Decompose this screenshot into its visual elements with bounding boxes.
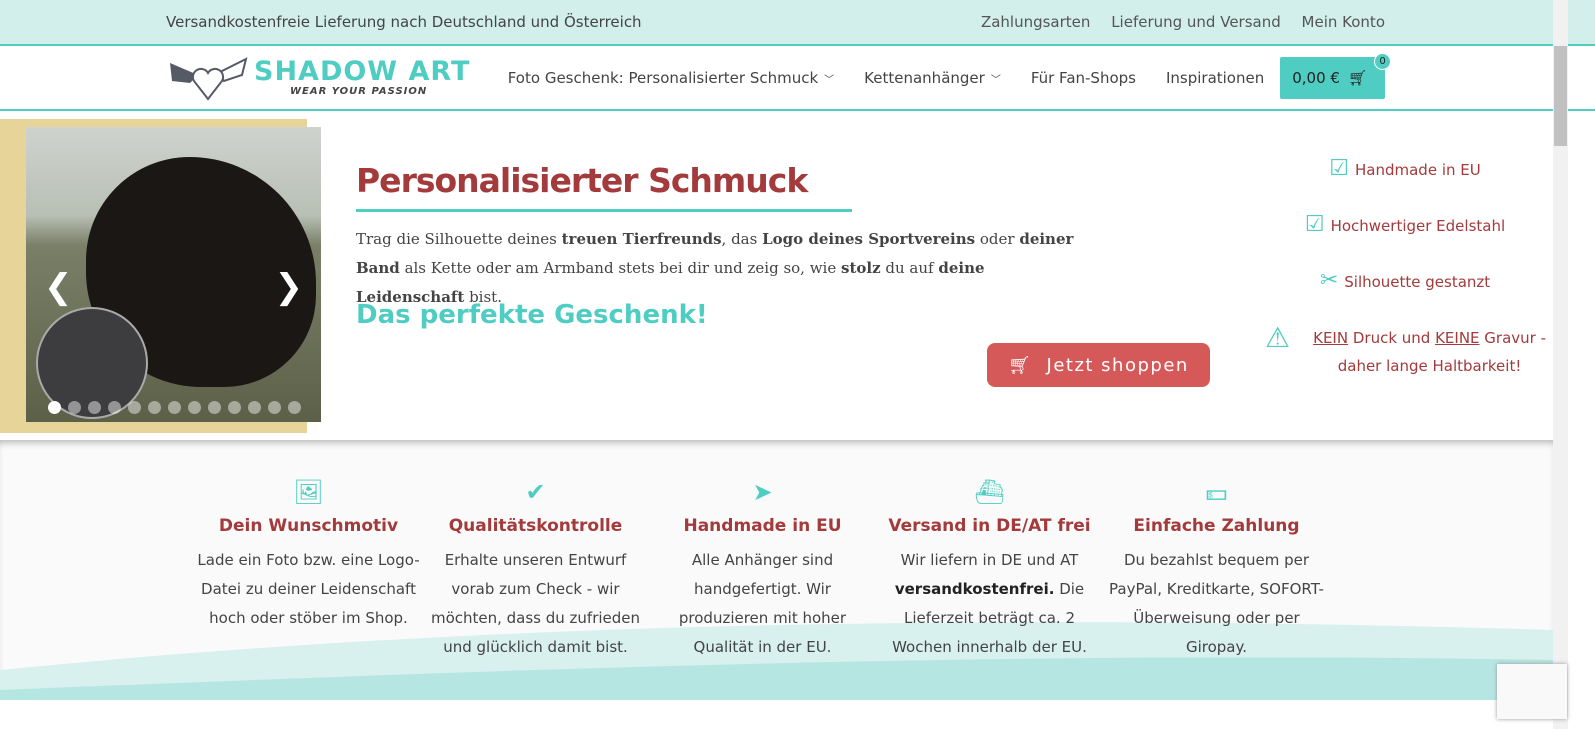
shop-now-button[interactable]: 🛒︎ Jetzt shoppen [987,343,1210,387]
slider-dot[interactable] [228,401,241,414]
slider-dot[interactable] [288,401,301,414]
slider-dot[interactable] [268,401,281,414]
benefit-versand: ⛴ Versand in DE/AT frei Wir liefern in DE … [876,478,1103,662]
check-circle-icon: ✔ [525,478,546,506]
feature-label: Druck und [1348,329,1436,347]
chevron-down-icon: ﹀ [824,74,835,86]
scrollbar-thumb[interactable] [1554,46,1567,146]
nav-inspirationen[interactable]: Inspirationen [1166,69,1264,87]
scrollbar[interactable] [1553,0,1568,729]
benefit-title: Versand in DE/AT frei [888,516,1091,536]
feature-label: Silhouette gestanzt [1344,273,1491,291]
feature-label: Hochwertiger Edelstahl [1330,217,1506,235]
logo[interactable]: SHADOW ART WEAR YOUR PASSION [168,53,470,103]
feature-item: ✂ Silhouette gestanzt [1255,268,1555,293]
link-lieferung[interactable]: Lieferung und Versand [1111,13,1281,31]
link-zahlungsarten[interactable]: Zahlungsarten [981,13,1090,31]
feature-label: KEIN [1313,329,1349,347]
text: du auf [880,259,939,277]
cart-icon: 🛒︎ [1008,354,1033,376]
benefit-title: Handmade in EU [683,516,842,536]
ship-icon: ⛴ [974,478,1005,506]
benefit-title: Dein Wunschmotiv [218,516,399,536]
feature-item: ☑ Handmade in EU [1255,156,1555,181]
benefit-wunschmotiv: 🖼︎ Dein Wunschmotiv Lade ein Foto bzw. ein… [195,478,422,662]
feature-label: Handmade in EU [1355,161,1481,179]
slider-dot[interactable] [168,401,181,414]
nav-label: Foto Geschenk: Personalisierter Schmuck [507,68,819,87]
feature-item: ☑ Hochwertiger Edelstahl [1255,212,1555,237]
benefit-text: Lade ein Foto bzw. eine Logo-Datei zu de… [197,551,420,627]
feature-list: ☑ Handmade in EU ☑ Hochwertiger Edelstahl … [1255,156,1555,411]
shipping-notice: Versandkostenfreie Lieferung nach Deutsc… [166,13,642,31]
benefit-handmade: ➤ Handmade in EU Alle Anhänger sind handge… [649,478,876,662]
benefits-section: 🖼︎ Dein Wunschmotiv Lade ein Foto bzw. ein… [0,440,1553,700]
slider-dot[interactable] [88,401,101,414]
slider-dots [48,401,301,414]
recaptcha-badge[interactable] [1497,664,1567,719]
benefit-zahlung: 💵︎ Einfache Zahlung Du bezahlst bequem per… [1103,478,1330,662]
hero-subtitle: Das perfekte Geschenk! [356,300,708,330]
title-underline [356,209,852,212]
scissors-icon: ✂ [1319,268,1339,293]
slider-dot[interactable] [108,401,121,414]
benefit-title: Einfache Zahlung [1133,516,1300,536]
cart-count-badge: 0 [1374,52,1391,70]
text-bold: versandkostenfrei. [894,580,1055,598]
slider-dot[interactable] [48,401,61,414]
header: SHADOW ART WEAR YOUR PASSION Foto Gesche… [0,46,1595,111]
nav-kettenanhaenger[interactable]: Kettenanhänger ﹀ [864,69,1001,87]
benefit-text: Wir liefern in DE und AT versandkostenfr… [876,546,1103,662]
benefit-text: Alle Anhänger sind handgefertigt. Wir pr… [678,551,847,656]
checkbox-icon: ☑ [1329,156,1349,181]
image-slider[interactable]: ❮ ❯ [26,127,321,422]
button-label: Jetzt shoppen [1046,354,1189,376]
benefit-title: Qualitätskontrolle [448,516,623,536]
main-nav: Foto Geschenk: Personalisierter Schmuck ﹀… [508,52,1391,99]
text: oder [975,230,1020,248]
benefit-text: Erhalte unseren Entwurf vorab zum Check … [430,551,641,656]
benefit-qualitaet: ✔ Qualitätskontrolle Erhalte unseren Entwu… [422,478,649,662]
checkbox-icon: ☑ [1304,212,1325,237]
location-arrow-icon: ➤ [752,478,773,506]
slider-dot[interactable] [148,401,161,414]
slider-prev-arrow-icon[interactable]: ❮ [44,267,73,307]
feature-item: ⚠ KEIN Druck und KEINE Gravur - daher lan… [1255,324,1555,380]
text-bold: stolz [841,259,881,277]
slider-dot[interactable] [188,401,201,414]
slider-dot[interactable] [208,401,221,414]
money-bill-icon: 💵︎ [1205,478,1228,506]
nav-foto-geschenk[interactable]: Foto Geschenk: Personalisierter Schmuck ﹀ [508,69,834,87]
text: Trag die Silhouette deines [356,230,562,248]
text: als Kette oder am Armband stets bei dir … [399,259,842,277]
warning-icon: ⚠ [1265,321,1291,354]
brand-tagline: WEAR YOUR PASSION [290,86,428,97]
text-bold: treuen Tierfreunds [561,230,722,248]
top-bar: Versandkostenfreie Lieferung nach Deutsc… [0,0,1595,46]
hero-title: Personalisierter Schmuck [356,161,808,200]
hero-text: Trag die Silhouette deines treuen Tierfr… [356,225,1076,312]
nav-label: Kettenanhänger [864,68,985,87]
feature-label: KEINE [1435,329,1480,347]
text-bold: Logo deines Sportvereins [762,230,976,248]
slider-dot[interactable] [68,401,81,414]
text: Wir liefern in DE und AT [900,551,1079,569]
link-mein-konto[interactable]: Mein Konto [1302,13,1385,31]
slider-dot[interactable] [248,401,261,414]
brand-name: SHADOW ART [254,56,471,87]
text: , das [721,230,763,248]
slider-next-arrow-icon[interactable]: ❯ [275,267,304,307]
cart-icon: 🛒︎ [1347,68,1367,87]
hero: ❮ ❯ Personalisierter Schmuck Trag die Si… [0,111,1595,441]
heart-wings-icon [170,56,248,101]
benefit-text: Du bezahlst bequem per PayPal, Kreditkar… [1109,551,1324,656]
cart-button[interactable]: 0,00 € 🛒︎ 0 [1280,52,1391,99]
slider-dot[interactable] [128,401,141,414]
chevron-down-icon: ﹀ [990,74,1001,86]
image-icon: 🖼︎ [293,478,324,506]
cart-total: 0,00 € [1292,68,1340,87]
nav-fan-shops[interactable]: Für Fan-Shops [1031,69,1136,87]
